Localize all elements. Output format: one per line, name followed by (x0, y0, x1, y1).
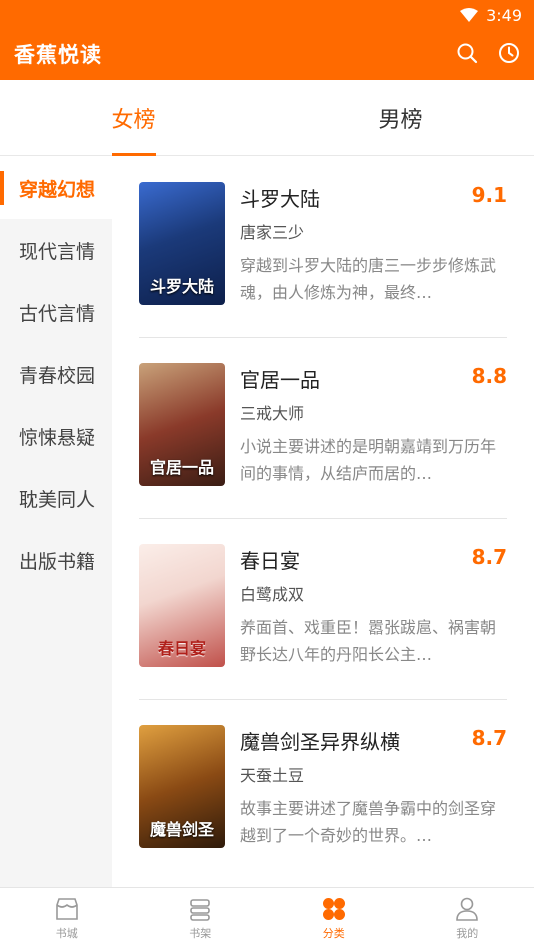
nav-profile[interactable]: 我的 (401, 888, 534, 949)
nav-profile-label: 我的 (456, 927, 479, 940)
book-score: 8.7 (471, 545, 507, 569)
sidebar-item-time-travel-fantasy[interactable]: 穿越幻想 (0, 157, 112, 219)
book-score: 9.1 (471, 183, 507, 207)
book-title[interactable]: 斗罗大陆 (240, 183, 320, 212)
book-author: 天蚕土豆 (240, 766, 305, 785)
nav-shelf[interactable]: 书架 (134, 888, 268, 949)
book-list: 斗罗大陆 斗罗大陆 9.1 唐家三少 穿越到斗罗大陆的唐三一步步修炼武魂，由人修… (112, 157, 534, 887)
search-icon[interactable] (456, 42, 478, 64)
book-title[interactable]: 官居一品 (240, 364, 320, 393)
book-title[interactable]: 魔兽剑圣异界纵横 (240, 726, 400, 755)
tab-male-rank[interactable]: 男榜 (267, 80, 534, 155)
store-icon (55, 898, 78, 920)
book-description: 穿越到斗罗大陆的唐三一步步修炼武魂，由人修炼为神，最终… (240, 256, 497, 302)
cover-text: 春日宴 (157, 639, 206, 658)
book-cover[interactable]: 斗罗大陆 (139, 182, 225, 305)
tab-female-rank[interactable]: 女榜 (0, 80, 267, 155)
status-bar: 3:49 (460, 4, 522, 26)
cover-text: 官居一品 (149, 458, 214, 477)
app-root: 3:49 香蕉悦读 女榜 男榜 穿越幻想 现代言情 古代言情 青春校园 惊悚悬疑… (0, 0, 534, 949)
book-item[interactable]: 斗罗大陆 斗罗大陆 9.1 唐家三少 穿越到斗罗大陆的唐三一步步修炼武魂，由人修… (139, 157, 507, 338)
cover-text: 斗罗大陆 (149, 277, 214, 296)
nav-store[interactable]: 书城 (0, 888, 134, 949)
rank-tabs: 女榜 男榜 (0, 80, 534, 156)
profile-icon (456, 897, 479, 921)
book-author: 唐家三少 (240, 223, 305, 242)
book-title[interactable]: 春日宴 (240, 545, 300, 574)
book-item[interactable]: 春日宴 春日宴 8.7 白鹭成双 养面首、戏重臣！嚣张跋扈、祸害朝野长达八年的丹… (139, 519, 507, 700)
sidebar-item-ancient-romance[interactable]: 古代言情 (0, 281, 112, 343)
sidebar-item-modern-romance[interactable]: 现代言情 (0, 219, 112, 281)
app-title: 香蕉悦读 (14, 43, 102, 67)
book-cover[interactable]: 魔兽剑圣 (139, 725, 225, 848)
nav-shelf-label: 书架 (189, 927, 212, 940)
cover-text: 魔兽剑圣 (149, 820, 214, 839)
nav-store-label: 书城 (55, 927, 78, 940)
nav-category-label: 分类 (322, 927, 345, 940)
sidebar-item-youth-campus[interactable]: 青春校园 (0, 343, 112, 405)
category-sidebar: 穿越幻想 现代言情 古代言情 青春校园 惊悚悬疑 耽美同人 出版书籍 (0, 157, 112, 887)
book-item[interactable]: 魔兽剑圣 魔兽剑圣异界纵横 8.7 天蚕土豆 故事主要讲述了魔兽争霸中的剑圣穿越… (139, 700, 507, 881)
history-icon[interactable] (498, 42, 520, 64)
category-icon (322, 898, 345, 920)
book-author: 三戒大师 (240, 404, 305, 423)
shelf-icon (190, 899, 211, 921)
wifi-icon (460, 8, 479, 22)
sidebar-item-danmei[interactable]: 耽美同人 (0, 467, 112, 529)
book-cover[interactable]: 官居一品 (139, 363, 225, 486)
book-description: 故事主要讲述了魔兽争霸中的剑圣穿越到了一个奇妙的世界。… (240, 799, 497, 845)
book-item[interactable]: 官居一品 官居一品 8.8 三戒大师 小说主要讲述的是明朝嘉靖到万历年间的事情，… (139, 338, 507, 519)
book-author: 白鹭成双 (240, 585, 305, 604)
app-header: 3:49 香蕉悦读 (0, 0, 534, 80)
book-score: 8.8 (471, 364, 507, 388)
bottom-nav: 书城 书架 分类 我的 (0, 887, 534, 949)
sidebar-item-thriller[interactable]: 惊悚悬疑 (0, 405, 112, 467)
status-time: 3:49 (486, 5, 522, 25)
book-description: 小说主要讲述的是明朝嘉靖到万历年间的事情，从结庐而居的… (240, 437, 497, 483)
nav-category[interactable]: 分类 (267, 888, 401, 949)
book-description: 养面首、戏重臣！嚣张跋扈、祸害朝野长达八年的丹阳长公主… (240, 618, 497, 664)
book-score: 8.7 (471, 726, 507, 750)
sidebar-item-published[interactable]: 出版书籍 (0, 529, 112, 591)
book-cover[interactable]: 春日宴 (139, 544, 225, 667)
